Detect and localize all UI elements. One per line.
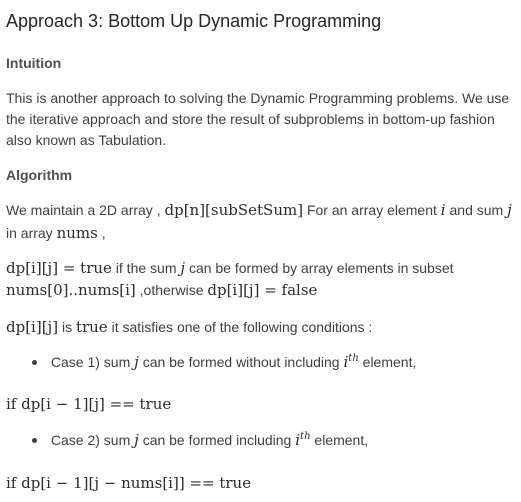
case-2-mid: can be formed including bbox=[142, 432, 296, 448]
condition-1-formula: if dp[i − 1][j] == true bbox=[6, 395, 172, 413]
case-1-item: Case 1) sum j can be formed without incl… bbox=[32, 352, 416, 375]
subset-expression: nums[0]..nums[i] bbox=[6, 281, 136, 299]
dp-false-expression: dp[i][j] = false bbox=[207, 281, 318, 299]
case-1-superscript: th bbox=[348, 353, 359, 364]
case-1-mid: can be formed without including bbox=[142, 354, 344, 370]
algo-line-2-suffix: , bbox=[101, 225, 106, 241]
case-2-item: Case 2) sum j can be formed including it… bbox=[32, 430, 368, 453]
page-title: Approach 3: Bottom Up Dynamic Programmin… bbox=[6, 11, 382, 31]
algo-line-1-and-sum: and sum bbox=[449, 202, 508, 218]
true-literal: true bbox=[75, 318, 108, 336]
nums-symbol: nums bbox=[56, 224, 98, 242]
definition-var-j: j bbox=[180, 259, 186, 277]
bullet-icon bbox=[32, 360, 37, 365]
bullet-icon bbox=[32, 438, 37, 443]
definition-line-2: nums[0]..nums[i] ,otherwise dp[i][j] = f… bbox=[6, 280, 317, 301]
algorithm-heading: Algorithm bbox=[6, 167, 73, 183]
article: Approach 3: Bottom Up Dynamic Programmin… bbox=[0, 0, 521, 502]
case-1-suffix: element, bbox=[362, 354, 417, 370]
intuition-heading: Intuition bbox=[6, 55, 62, 71]
conditions-text: it satisfies one of the following condit… bbox=[111, 319, 373, 335]
condition-2-formula: if dp[i − 1][j − nums[i]] == true bbox=[6, 474, 252, 492]
dp-array-expression: dp[n][subSetSum] bbox=[164, 201, 304, 219]
algo-line-2: in array nums , bbox=[6, 223, 106, 244]
algo-line-1: We maintain a 2D array , dp[n][subSetSum… bbox=[6, 200, 512, 221]
definition-text-1: if the sum bbox=[115, 260, 181, 276]
var-j: j bbox=[507, 201, 512, 219]
algo-line-1-prefix: We maintain a 2D array , bbox=[6, 202, 165, 218]
var-i: i bbox=[440, 201, 446, 219]
algo-line-2-prefix: in array bbox=[6, 225, 57, 241]
conditions-line: dp[i][j] is true it satisfies one of the… bbox=[6, 317, 372, 338]
algo-line-1-mid: For an array element bbox=[306, 202, 441, 218]
dp-true-expression: dp[i][j] = true bbox=[6, 259, 112, 277]
case-2-superscript: th bbox=[300, 431, 311, 442]
case-2-prefix: Case 2) sum bbox=[50, 432, 135, 448]
case-1-prefix: Case 1) sum bbox=[50, 354, 135, 370]
case-2-var-j: j bbox=[134, 431, 139, 449]
conditions-is: is bbox=[61, 319, 76, 335]
definition-text-2: can be formed by array elements in subse… bbox=[188, 260, 454, 276]
intuition-paragraph: This is another approach to solving the … bbox=[6, 90, 510, 148]
definition-otherwise: ,otherwise bbox=[139, 282, 208, 298]
definition-line-1: dp[i][j] = true if the sum j can be form… bbox=[6, 258, 454, 279]
case-2-suffix: element, bbox=[314, 432, 369, 448]
dp-ij-expression: dp[i][j] bbox=[6, 318, 59, 336]
case-1-var-j: j bbox=[134, 353, 139, 371]
